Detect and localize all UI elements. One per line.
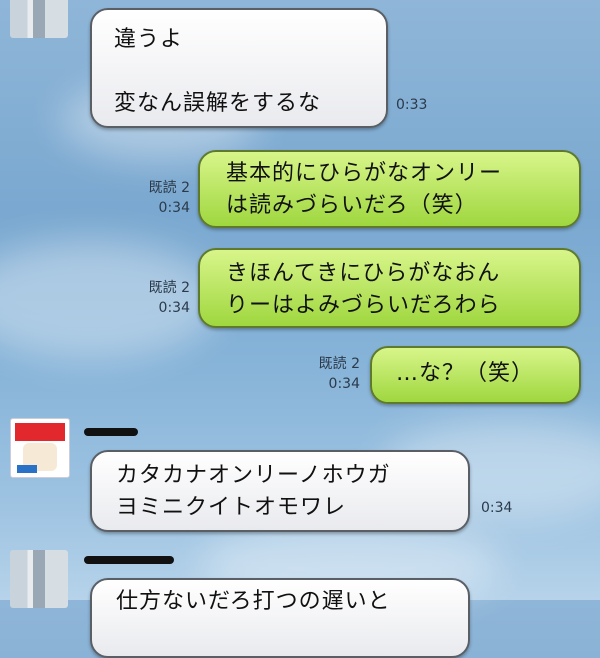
sender-avatar[interactable] (10, 418, 70, 478)
message-text: 仕方ないだろ打つの遅いと (116, 589, 391, 614)
message-bubble-outgoing[interactable]: 基本的にひらがなオンリー は読みづらいだろ（笑） (198, 150, 581, 228)
message-timestamp: 0:33 (396, 97, 428, 113)
read-receipt: 既読 2 0:34 (318, 356, 360, 392)
message-bubble-incoming[interactable]: カタカナオンリーノホウガ ヨミニクイトオモワレ (90, 450, 470, 532)
read-receipt: 既読 2 0:34 (148, 280, 190, 316)
message-text: ヨミニクイトオモワレ (116, 495, 347, 520)
sender-avatar[interactable] (10, 550, 68, 608)
message-bubble-outgoing[interactable]: きほんてきにひらがなおん りーはよみづらいだろわら (198, 248, 581, 328)
message-timestamp: 0:34 (481, 500, 513, 516)
message-text: …な？（笑） (396, 361, 535, 386)
message-text: 基本的にひらがなオンリー (226, 161, 503, 186)
message-text: カタカナオンリーノホウガ (116, 463, 391, 488)
sender-name-redacted (84, 428, 138, 436)
message-text: りーはよみづらいだろわら (226, 293, 501, 318)
message-text (114, 56, 386, 88)
message-text: は読みづらいだろ（笑） (226, 193, 478, 218)
message-text: 違うよ (114, 27, 184, 52)
sender-name-redacted (84, 556, 174, 564)
message-bubble-outgoing[interactable]: …な？（笑） (370, 346, 581, 404)
message-bubble-incoming[interactable]: 仕方ないだろ打つの遅いと (90, 578, 470, 658)
message-text: 変なん誤解をするな (114, 91, 322, 116)
sender-avatar[interactable] (10, 0, 68, 38)
message-text: きほんてきにひらがなおん (226, 261, 501, 286)
read-receipt: 既読 2 0:34 (148, 180, 190, 216)
message-bubble-incoming[interactable]: 違うよ 変なん誤解をするな (90, 8, 388, 128)
